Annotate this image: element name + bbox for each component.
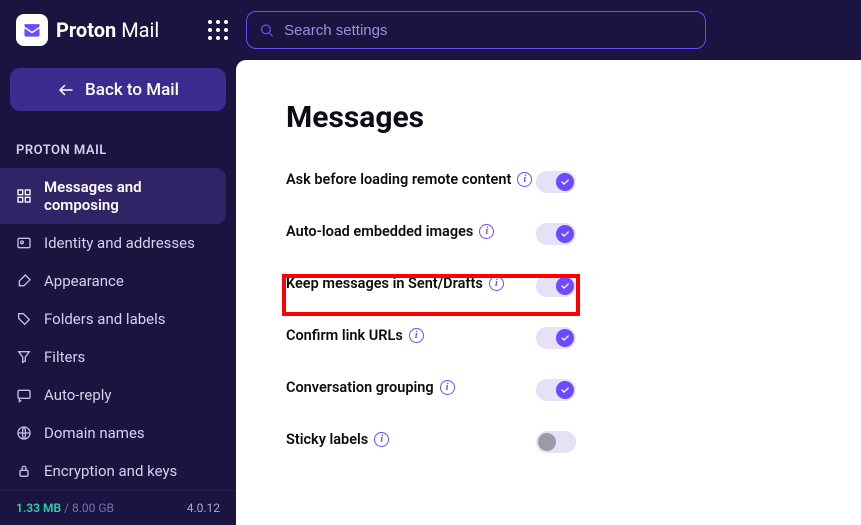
- setting-row-remote-content: Ask before loading remote content i: [286, 161, 576, 213]
- storage-total: 8.00 GB: [72, 501, 114, 515]
- globe-icon: [16, 425, 32, 441]
- toggle-conversation-grouping[interactable]: [536, 379, 576, 401]
- back-to-mail-button[interactable]: Back to Mail: [10, 68, 226, 111]
- sidebar-item-label: Domain names: [44, 424, 145, 442]
- check-icon: [556, 173, 574, 191]
- search-container[interactable]: [246, 11, 706, 49]
- sidebar-item-filters[interactable]: Filters: [0, 338, 236, 376]
- sidebar: Back to Mail PROTON MAIL Messages and co…: [0, 60, 236, 525]
- info-icon[interactable]: i: [409, 328, 424, 343]
- setting-label: Sticky labels: [286, 431, 368, 448]
- id-card-icon: [16, 235, 32, 251]
- grid-sm-icon: [16, 188, 32, 204]
- setting-row-keep-sent-drafts: Keep messages in Sent/Drafts i: [286, 265, 576, 317]
- info-icon[interactable]: i: [517, 172, 532, 187]
- check-icon: [556, 329, 574, 347]
- logo-text: Proton Mail: [56, 18, 159, 42]
- setting-label: Confirm link URLs: [286, 327, 403, 344]
- sidebar-item-encryption-keys[interactable]: Encryption and keys: [0, 452, 236, 490]
- sidebar-item-auto-reply[interactable]: Auto-reply: [0, 376, 236, 414]
- sidebar-item-messages-composing[interactable]: Messages and composing: [0, 168, 226, 224]
- storage-used: 1.33 MB: [16, 501, 61, 515]
- check-icon: [556, 277, 574, 295]
- info-icon[interactable]: i: [489, 276, 504, 291]
- funnel-icon: [16, 349, 32, 365]
- setting-row-embedded-images: Auto-load embedded images i: [286, 213, 576, 265]
- sidebar-item-label: Identity and addresses: [44, 234, 195, 252]
- toggle-knob: [538, 433, 556, 451]
- sidebar-item-label: Encryption and keys: [44, 462, 177, 480]
- sidebar-item-label: Messages and composing: [44, 178, 210, 214]
- logo-icon: [16, 14, 48, 46]
- check-icon: [556, 225, 574, 243]
- info-icon[interactable]: i: [374, 432, 389, 447]
- tag-icon: [16, 311, 32, 327]
- mail-reply-icon: [16, 387, 32, 403]
- arrow-left-icon: [57, 81, 75, 99]
- check-icon: [556, 381, 574, 399]
- setting-row-sticky-labels: Sticky labels i: [286, 421, 576, 473]
- sidebar-item-label: Folders and labels: [44, 310, 166, 328]
- sidebar-section-title: PROTON MAIL: [0, 119, 236, 168]
- toggle-confirm-link-urls[interactable]: [536, 327, 576, 349]
- back-button-label: Back to Mail: [85, 80, 179, 100]
- toggle-keep-sent-drafts[interactable]: [536, 275, 576, 297]
- sidebar-item-identity[interactable]: Identity and addresses: [0, 224, 236, 262]
- lock-icon: [16, 463, 32, 479]
- toggle-embedded-images[interactable]: [536, 223, 576, 245]
- toggle-remote-content[interactable]: [536, 171, 576, 193]
- setting-label: Conversation grouping: [286, 379, 434, 396]
- setting-label: Auto-load embedded images: [286, 223, 473, 240]
- brush-icon: [16, 273, 32, 289]
- main-content: Messages Ask before loading remote conte…: [236, 60, 861, 525]
- storage-bar: 1.33 MB / 8.00 GB 4.0.12: [0, 490, 236, 525]
- sidebar-item-appearance[interactable]: Appearance: [0, 262, 236, 300]
- setting-row-conversation-grouping: Conversation grouping i: [286, 369, 576, 421]
- sidebar-item-folders-labels[interactable]: Folders and labels: [0, 300, 236, 338]
- logo[interactable]: Proton Mail: [10, 14, 190, 46]
- search-icon: [259, 22, 274, 38]
- app-version: 4.0.12: [187, 501, 220, 515]
- search-input[interactable]: [284, 22, 693, 39]
- sidebar-item-domain-names[interactable]: Domain names: [0, 414, 236, 452]
- info-icon[interactable]: i: [440, 380, 455, 395]
- sidebar-item-label: Appearance: [44, 272, 124, 290]
- topbar: Proton Mail: [0, 0, 861, 60]
- apps-switcher-button[interactable]: [200, 12, 236, 48]
- setting-row-confirm-link-urls: Confirm link URLs i: [286, 317, 576, 369]
- toggle-sticky-labels[interactable]: [536, 431, 576, 453]
- info-icon[interactable]: i: [479, 224, 494, 239]
- grid-icon: [208, 20, 228, 40]
- page-title: Messages: [286, 100, 811, 135]
- setting-label: Ask before loading remote content: [286, 171, 511, 188]
- setting-label: Keep messages in Sent/Drafts: [286, 275, 483, 292]
- sidebar-item-label: Filters: [44, 348, 85, 366]
- sidebar-item-label: Auto-reply: [44, 386, 112, 404]
